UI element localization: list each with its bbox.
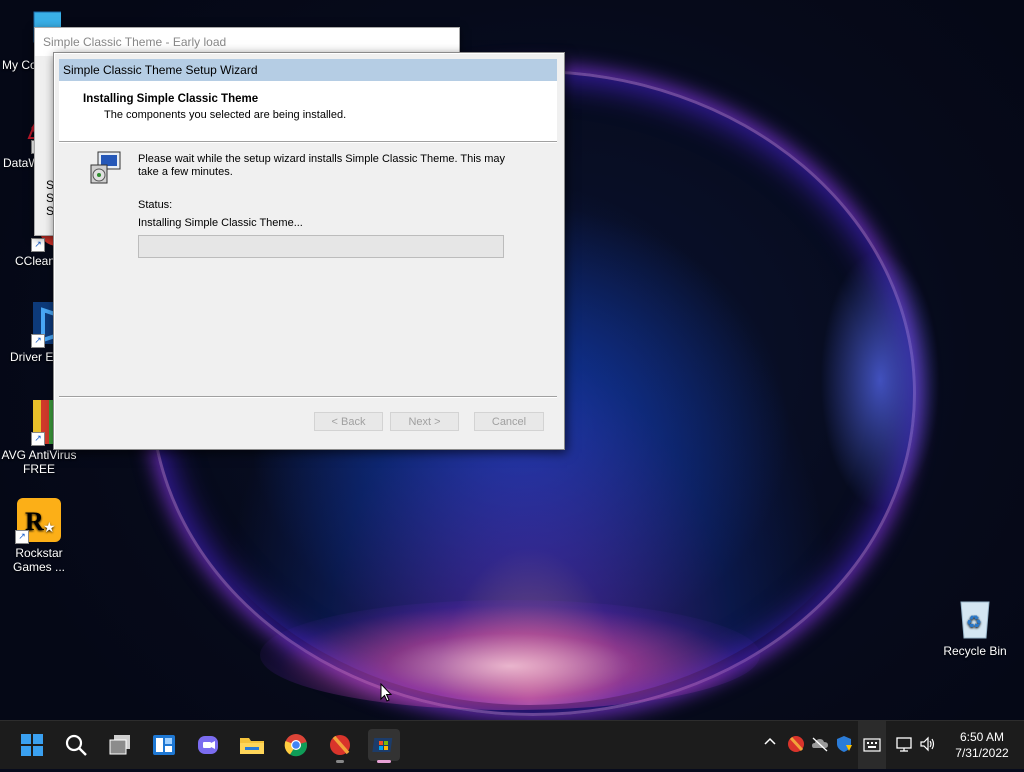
wizard-header: Installing Simple Classic Theme The comp… bbox=[59, 81, 557, 142]
desktop-icon-rockstar[interactable]: R ★ ↗ Rockstar Games ... bbox=[0, 498, 78, 574]
taskbar-clock[interactable]: 6:50 AM 7/31/2022 bbox=[944, 729, 1020, 761]
setup-wizard-window[interactable]: Simple Classic Theme Setup Wizard Instal… bbox=[53, 52, 565, 450]
wizard-divider bbox=[59, 142, 557, 143]
shortcut-arrow-icon: ↗ bbox=[15, 530, 29, 544]
start-icon[interactable] bbox=[16, 729, 48, 761]
task-view-icon[interactable] bbox=[104, 729, 136, 761]
keyboard-icon[interactable] bbox=[858, 721, 886, 769]
file-explorer-icon[interactable] bbox=[236, 729, 268, 761]
app-active-indicator bbox=[377, 760, 391, 763]
clock-date: 7/31/2022 bbox=[955, 746, 1009, 760]
next-button[interactable]: Next > bbox=[390, 412, 459, 431]
svg-text:♻: ♻ bbox=[966, 612, 982, 633]
rockstar-icon: R ★ ↗ bbox=[15, 498, 61, 544]
ccleaner-tray-icon[interactable] bbox=[786, 735, 806, 755]
app-running-indicator bbox=[336, 760, 344, 763]
clock-time: 6:50 AM bbox=[959, 730, 1005, 744]
wizard-header-subtitle: The components you selected are being in… bbox=[104, 109, 347, 121]
chevron-up-icon[interactable] bbox=[760, 735, 780, 755]
taskbar: 6:50 AM 7/31/2022 bbox=[0, 720, 1024, 769]
install-progress-bar bbox=[138, 235, 504, 258]
network-icon[interactable] bbox=[894, 735, 914, 755]
recycle-bin-icon: ♻ bbox=[953, 596, 997, 640]
wizard-footer-divider bbox=[59, 396, 557, 397]
shortcut-arrow-icon: ↗ bbox=[31, 334, 45, 348]
setup-installer-icon bbox=[88, 151, 124, 185]
wallpaper-glow-right bbox=[820, 250, 940, 510]
wizard-message: Please wait while the setup wizard insta… bbox=[138, 153, 506, 178]
shortcut-arrow-icon: ↗ bbox=[31, 238, 45, 252]
chrome-icon[interactable] bbox=[280, 729, 312, 761]
wallpaper-glow bbox=[260, 600, 760, 710]
back-button[interactable]: < Back bbox=[314, 412, 383, 431]
search-icon[interactable] bbox=[60, 729, 92, 761]
desktop-icon-label: Recycle Bin bbox=[943, 644, 1007, 658]
svg-text:★: ★ bbox=[43, 520, 56, 536]
status-text: Installing Simple Classic Theme... bbox=[138, 217, 303, 229]
ccleaner-taskbar-icon[interactable] bbox=[324, 729, 356, 763]
chat-icon[interactable] bbox=[192, 729, 224, 761]
onedrive-icon[interactable] bbox=[810, 735, 830, 755]
desktop-icon-label: Rockstar Games ... bbox=[12, 546, 65, 574]
wizard-titlebar[interactable]: Simple Classic Theme Setup Wizard bbox=[59, 59, 557, 81]
cancel-button[interactable]: Cancel bbox=[474, 412, 544, 431]
desktop-icon-label: AVG AntiVirus FREE bbox=[1, 448, 77, 476]
security-icon[interactable] bbox=[834, 735, 854, 755]
setup-wizard-taskbar-icon[interactable] bbox=[368, 729, 400, 763]
volume-icon[interactable] bbox=[918, 735, 938, 755]
status-label: Status: bbox=[138, 199, 173, 211]
wizard-header-title: Installing Simple Classic Theme bbox=[83, 93, 259, 105]
widgets-icon[interactable] bbox=[148, 729, 180, 761]
shortcut-arrow-icon: ↗ bbox=[31, 432, 45, 446]
desktop-icon-recycle-bin[interactable]: ♻ Recycle Bin bbox=[936, 596, 1014, 658]
